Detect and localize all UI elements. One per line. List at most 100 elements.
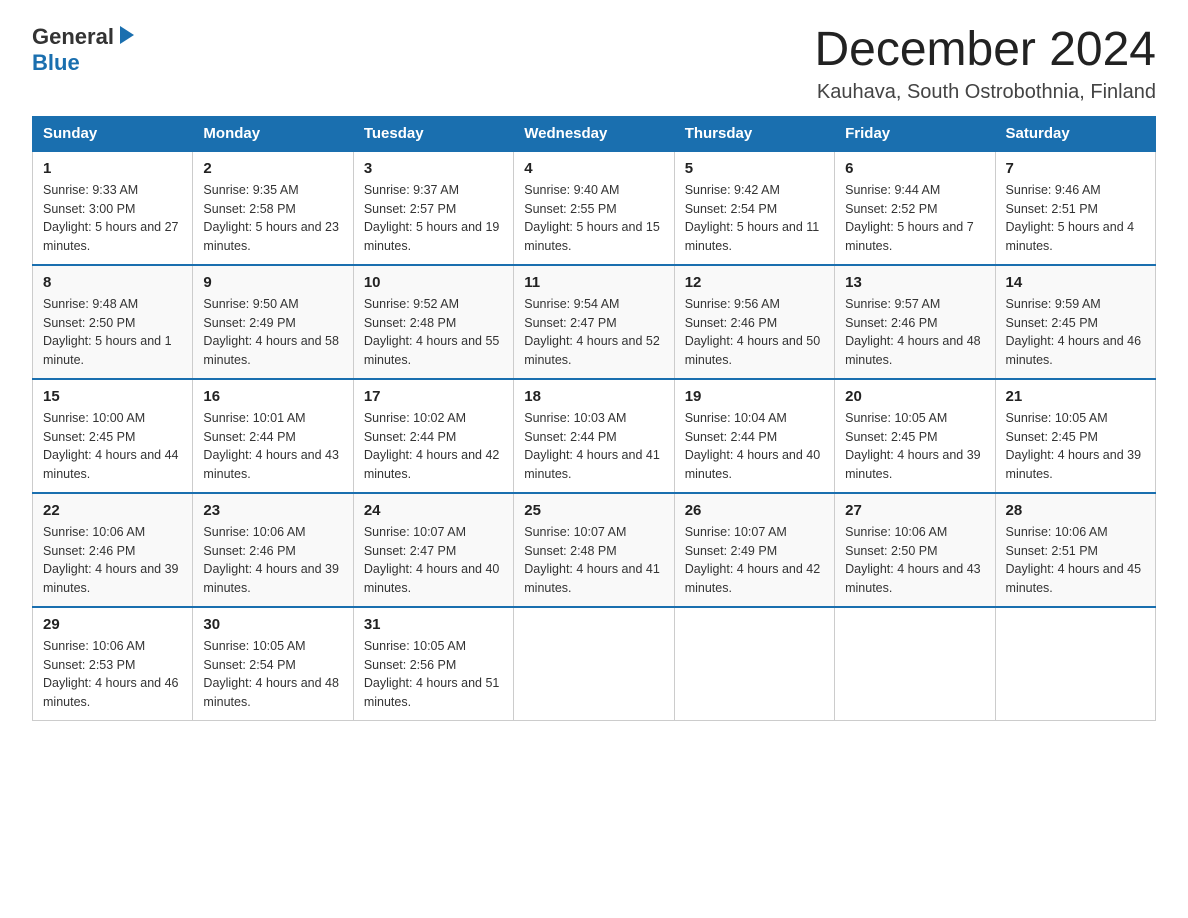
month-title: December 2024	[814, 24, 1156, 77]
location-subtitle: Kauhava, South Ostrobothnia, Finland	[814, 81, 1156, 104]
day-info: Sunrise: 9:48 AMSunset: 2:50 PMDaylight:…	[43, 295, 182, 370]
calendar-week-row: 8 Sunrise: 9:48 AMSunset: 2:50 PMDaylight…	[33, 265, 1156, 379]
calendar-week-row: 22 Sunrise: 10:06 AMSunset: 2:46 PMDaylig…	[33, 493, 1156, 607]
day-info: Sunrise: 10:00 AMSunset: 2:45 PMDaylight…	[43, 409, 182, 484]
table-row: 3 Sunrise: 9:37 AMSunset: 2:57 PMDaylight…	[353, 151, 513, 265]
day-number: 18	[524, 388, 663, 405]
day-info: Sunrise: 9:56 AMSunset: 2:46 PMDaylight:…	[685, 295, 824, 370]
day-info: Sunrise: 10:06 AMSunset: 2:46 PMDaylight…	[43, 523, 182, 598]
table-row: 23 Sunrise: 10:06 AMSunset: 2:46 PMDaylig…	[193, 493, 353, 607]
day-info: Sunrise: 9:40 AMSunset: 2:55 PMDaylight:…	[524, 181, 663, 256]
title-block: December 2024 Kauhava, South Ostrobothni…	[814, 24, 1156, 104]
day-info: Sunrise: 10:01 AMSunset: 2:44 PMDaylight…	[203, 409, 342, 484]
table-row: 17Sunrise: 10:02 AMSunset: 2:44 PMDaylig…	[353, 379, 513, 493]
day-info: Sunrise: 10:07 AMSunset: 2:49 PMDaylight…	[685, 523, 824, 598]
col-saturday: Saturday	[995, 116, 1155, 151]
day-number: 14	[1006, 274, 1145, 291]
col-sunday: Sunday	[33, 116, 193, 151]
day-info: Sunrise: 10:06 AMSunset: 2:50 PMDaylight…	[845, 523, 984, 598]
table-row: 28 Sunrise: 10:06 AMSunset: 2:51 PMDaylig…	[995, 493, 1155, 607]
table-row: 11 Sunrise: 9:54 AMSunset: 2:47 PMDayligh…	[514, 265, 674, 379]
col-thursday: Thursday	[674, 116, 834, 151]
day-number: 30	[203, 616, 342, 633]
table-row: 13Sunrise: 9:57 AMSunset: 2:46 PMDayligh…	[835, 265, 995, 379]
day-number: 21	[1006, 388, 1145, 405]
table-row: 22 Sunrise: 10:06 AMSunset: 2:46 PMDaylig…	[33, 493, 193, 607]
day-number: 8	[43, 274, 182, 291]
table-row: 31 Sunrise: 10:05 AMSunset: 2:56 PMDaylig…	[353, 607, 513, 721]
table-row: 27 Sunrise: 10:06 AMSunset: 2:50 PMDaylig…	[835, 493, 995, 607]
day-info: Sunrise: 9:50 AMSunset: 2:49 PMDaylight:…	[203, 295, 342, 370]
table-row: 15 Sunrise: 10:00 AMSunset: 2:45 PMDaylig…	[33, 379, 193, 493]
day-number: 10	[364, 274, 503, 291]
table-row: 24 Sunrise: 10:07 AMSunset: 2:47 PMDaylig…	[353, 493, 513, 607]
day-number: 25	[524, 502, 663, 519]
day-number: 28	[1006, 502, 1145, 519]
day-info: Sunrise: 9:54 AMSunset: 2:47 PMDaylight:…	[524, 295, 663, 370]
day-number: 29	[43, 616, 182, 633]
day-info: Sunrise: 10:06 AMSunset: 2:51 PMDaylight…	[1006, 523, 1145, 598]
day-info: Sunrise: 10:05 AMSunset: 2:56 PMDaylight…	[364, 637, 503, 712]
day-info: Sunrise: 10:07 AMSunset: 2:47 PMDaylight…	[364, 523, 503, 598]
page-header: General Blue December 2024 Kauhava, Sout…	[32, 24, 1156, 104]
calendar-week-row: 29 Sunrise: 10:06 AMSunset: 2:53 PMDaylig…	[33, 607, 1156, 721]
table-row: 21 Sunrise: 10:05 AMSunset: 2:45 PMDaylig…	[995, 379, 1155, 493]
day-number: 15	[43, 388, 182, 405]
day-info: Sunrise: 10:06 AMSunset: 2:53 PMDaylight…	[43, 637, 182, 712]
day-info: Sunrise: 9:35 AMSunset: 2:58 PMDaylight:…	[203, 181, 342, 256]
table-row: 18 Sunrise: 10:03 AMSunset: 2:44 PMDaylig…	[514, 379, 674, 493]
day-info: Sunrise: 9:42 AMSunset: 2:54 PMDaylight:…	[685, 181, 824, 256]
table-row: 1 Sunrise: 9:33 AMSunset: 3:00 PMDaylight…	[33, 151, 193, 265]
table-row: 5 Sunrise: 9:42 AMSunset: 2:54 PMDaylight…	[674, 151, 834, 265]
day-info: Sunrise: 10:03 AMSunset: 2:44 PMDaylight…	[524, 409, 663, 484]
day-info: Sunrise: 9:37 AMSunset: 2:57 PMDaylight:…	[364, 181, 503, 256]
day-number: 24	[364, 502, 503, 519]
day-number: 20	[845, 388, 984, 405]
table-row: 26Sunrise: 10:07 AMSunset: 2:49 PMDaylig…	[674, 493, 834, 607]
table-row: 14Sunrise: 9:59 AMSunset: 2:45 PMDayligh…	[995, 265, 1155, 379]
table-row: 6Sunrise: 9:44 AMSunset: 2:52 PMDaylight…	[835, 151, 995, 265]
table-row: 20Sunrise: 10:05 AMSunset: 2:45 PMDaylig…	[835, 379, 995, 493]
day-number: 22	[43, 502, 182, 519]
day-info: Sunrise: 10:06 AMSunset: 2:46 PMDaylight…	[203, 523, 342, 598]
table-row: 4 Sunrise: 9:40 AMSunset: 2:55 PMDaylight…	[514, 151, 674, 265]
day-number: 16	[203, 388, 342, 405]
table-row	[835, 607, 995, 721]
calendar-table: Sunday Monday Tuesday Wednesday Thursday…	[32, 116, 1156, 721]
calendar-week-row: 15 Sunrise: 10:00 AMSunset: 2:45 PMDaylig…	[33, 379, 1156, 493]
logo-triangle-icon	[116, 24, 138, 46]
logo-text-general: General	[32, 25, 114, 49]
day-number: 4	[524, 160, 663, 177]
logo-text-blue: Blue	[32, 51, 80, 75]
day-info: Sunrise: 9:44 AMSunset: 2:52 PMDaylight:…	[845, 181, 984, 256]
day-info: Sunrise: 10:04 AMSunset: 2:44 PMDaylight…	[685, 409, 824, 484]
day-number: 3	[364, 160, 503, 177]
day-number: 31	[364, 616, 503, 633]
col-tuesday: Tuesday	[353, 116, 513, 151]
table-row: 2Sunrise: 9:35 AMSunset: 2:58 PMDaylight…	[193, 151, 353, 265]
day-number: 17	[364, 388, 503, 405]
calendar-week-row: 1 Sunrise: 9:33 AMSunset: 3:00 PMDaylight…	[33, 151, 1156, 265]
day-number: 1	[43, 160, 182, 177]
day-info: Sunrise: 9:33 AMSunset: 3:00 PMDaylight:…	[43, 181, 182, 256]
day-number: 27	[845, 502, 984, 519]
day-number: 12	[685, 274, 824, 291]
day-number: 5	[685, 160, 824, 177]
day-info: Sunrise: 9:46 AMSunset: 2:51 PMDaylight:…	[1006, 181, 1145, 256]
table-row: 25 Sunrise: 10:07 AMSunset: 2:48 PMDaylig…	[514, 493, 674, 607]
table-row	[514, 607, 674, 721]
logo: General Blue	[32, 24, 138, 75]
table-row: 12 Sunrise: 9:56 AMSunset: 2:46 PMDayligh…	[674, 265, 834, 379]
day-number: 19	[685, 388, 824, 405]
table-row: 9Sunrise: 9:50 AMSunset: 2:49 PMDaylight…	[193, 265, 353, 379]
col-monday: Monday	[193, 116, 353, 151]
day-number: 7	[1006, 160, 1145, 177]
day-info: Sunrise: 10:05 AMSunset: 2:45 PMDaylight…	[1006, 409, 1145, 484]
day-info: Sunrise: 9:57 AMSunset: 2:46 PMDaylight:…	[845, 295, 984, 370]
table-row: 16 Sunrise: 10:01 AMSunset: 2:44 PMDaylig…	[193, 379, 353, 493]
day-number: 23	[203, 502, 342, 519]
day-number: 11	[524, 274, 663, 291]
day-info: Sunrise: 9:52 AMSunset: 2:48 PMDaylight:…	[364, 295, 503, 370]
day-info: Sunrise: 10:07 AMSunset: 2:48 PMDaylight…	[524, 523, 663, 598]
table-row: 19 Sunrise: 10:04 AMSunset: 2:44 PMDaylig…	[674, 379, 834, 493]
